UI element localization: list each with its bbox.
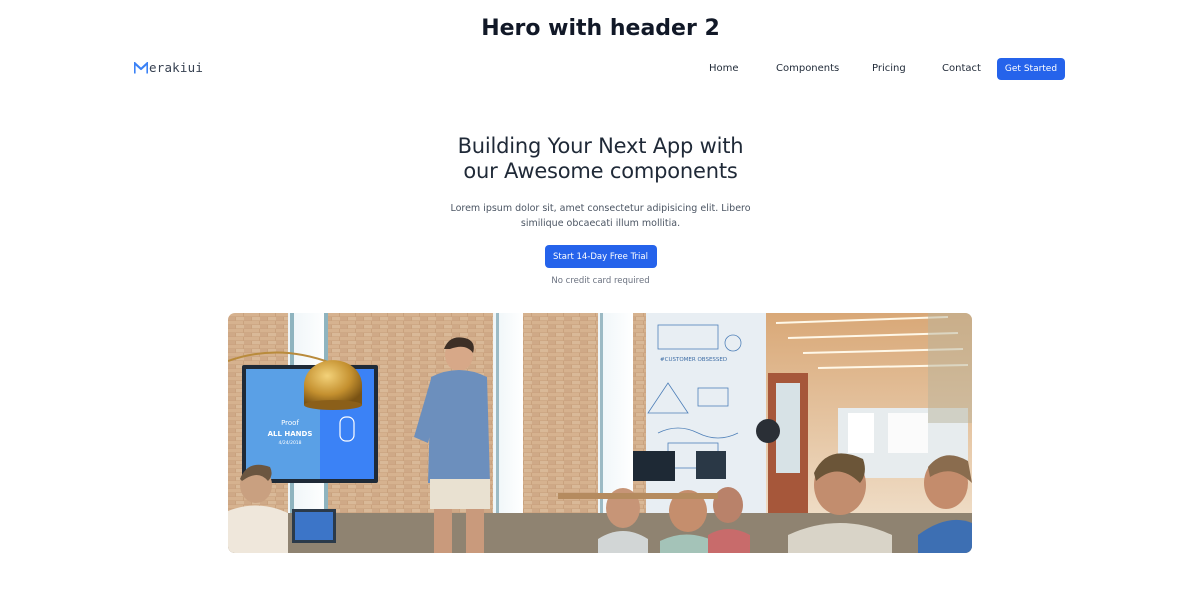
nav-components[interactable]: Components bbox=[776, 63, 839, 74]
logo-mark-icon bbox=[134, 61, 148, 73]
office-presentation-photo: #CUSTOMER OBSESSED Proof ALL HANDS 4/24/… bbox=[228, 313, 972, 553]
hero-title-line-2: our Awesome components bbox=[463, 159, 738, 183]
screen-text-1: Proof bbox=[281, 419, 299, 427]
logo[interactable]: erakiui bbox=[134, 60, 203, 75]
page-heading: Hero with header 2 bbox=[481, 16, 720, 41]
screen-text-2: ALL HANDS bbox=[268, 430, 313, 438]
no-credit-card-note: No credit card required bbox=[551, 276, 650, 286]
hero-title: Building Your Next App with our Awesome … bbox=[0, 134, 1201, 184]
nav-home[interactable]: Home bbox=[709, 63, 739, 74]
get-started-button[interactable]: Get Started bbox=[997, 58, 1065, 80]
hero-title-line-1: Building Your Next App with bbox=[457, 134, 744, 158]
screen-text-3: 4/24/2018 bbox=[278, 440, 301, 446]
whiteboard-caption: #CUSTOMER OBSESSED bbox=[660, 357, 727, 363]
nav-pricing[interactable]: Pricing bbox=[872, 63, 906, 74]
hero-section: Building Your Next App with our Awesome … bbox=[0, 134, 1201, 286]
start-trial-button[interactable]: Start 14-Day Free Trial bbox=[544, 245, 657, 268]
nav-contact[interactable]: Contact bbox=[942, 63, 981, 74]
hero-image: #CUSTOMER OBSESSED Proof ALL HANDS 4/24/… bbox=[228, 313, 972, 553]
logo-text: erakiui bbox=[149, 60, 204, 75]
navbar: erakiui Home Components Pricing Contact … bbox=[134, 58, 1065, 80]
hero-description: Lorem ipsum dolor sit, amet consectetur … bbox=[450, 203, 751, 229]
